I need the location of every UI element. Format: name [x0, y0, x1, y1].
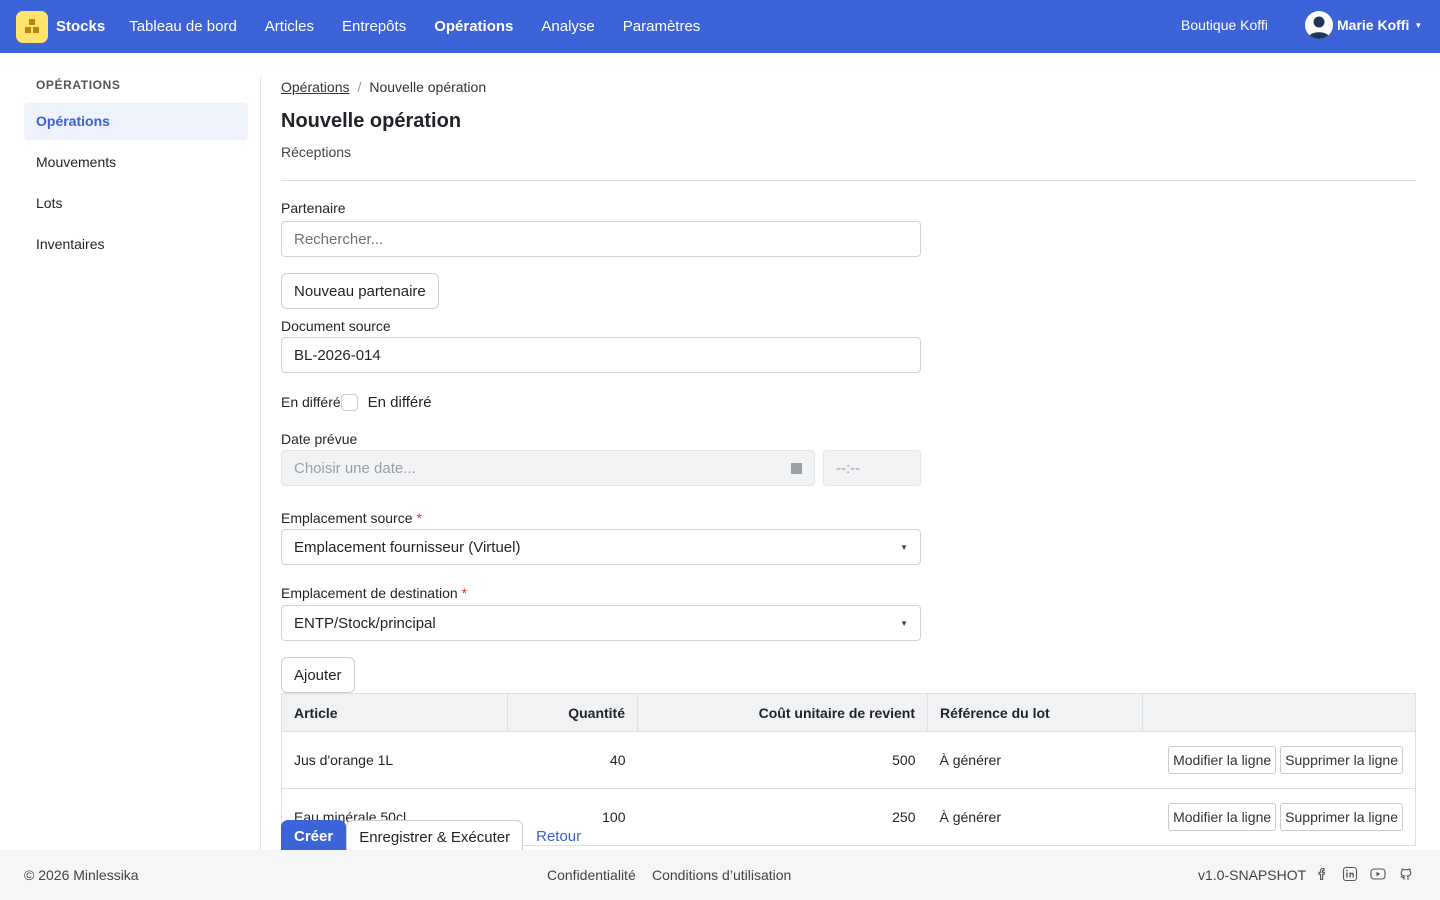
youtube-icon[interactable]: [1370, 866, 1386, 882]
sidebar-divider: [260, 77, 261, 850]
planned-time-input[interactable]: --:--: [823, 450, 921, 486]
cell-actions: Modifier la ligne Supprimer la ligne: [1142, 731, 1416, 789]
nav-item-articles[interactable]: Articles: [265, 18, 314, 35]
avatar: [1305, 11, 1333, 39]
partner-search-input[interactable]: Rechercher...: [281, 221, 921, 257]
edit-line-button[interactable]: Modifier la ligne: [1168, 803, 1277, 831]
sidebar: OPÉRATIONS Opérations Mouvements Lots In…: [24, 77, 248, 263]
cell-unit-cost: 250: [637, 788, 928, 846]
deferred-row: En différé En différé: [281, 392, 1416, 412]
chevron-down-icon: ▼: [900, 543, 908, 552]
user-name: Marie Koffi: [1337, 17, 1410, 33]
destination-location-select[interactable]: ENTP/Stock/principal ▼: [281, 605, 921, 641]
col-quantity: Quantité: [507, 693, 638, 732]
chevron-down-icon: ▼: [900, 619, 908, 628]
col-lot-reference: Référence du lot: [927, 693, 1143, 732]
col-actions: [1142, 693, 1416, 732]
page-subtitle: Réceptions: [281, 144, 352, 160]
top-navbar: Stocks Tableau de bord Articles Entrepôt…: [0, 0, 1440, 53]
app-logo-icon[interactable]: [16, 10, 48, 43]
brand-name[interactable]: Stocks: [56, 18, 105, 35]
terms-link[interactable]: Conditions d’utilisation: [652, 867, 791, 883]
nav-item-analysis[interactable]: Analyse: [541, 18, 594, 35]
main-content: Opérations / Nouvelle opération Nouvelle…: [281, 77, 1416, 846]
required-mark: *: [416, 510, 422, 526]
cell-quantity: 40: [507, 731, 638, 789]
version-label: v1.0-SNAPSHOT: [1198, 867, 1307, 883]
source-document-input[interactable]: BL-2026-014: [281, 337, 921, 373]
source-location-label: Emplacement source *: [281, 509, 1416, 527]
page-title: Nouvelle opération: [281, 110, 462, 132]
delete-line-button[interactable]: Supprimer la ligne: [1280, 746, 1403, 774]
form-action-bar: Créer Enregistrer & Exécuter Retour: [281, 820, 581, 854]
sidebar-item-movements[interactable]: Mouvements: [24, 144, 248, 181]
breadcrumb-link-operations[interactable]: Opérations: [281, 79, 349, 95]
save-execute-button[interactable]: Enregistrer & Exécuter: [346, 820, 524, 854]
deferred-label: En différé: [281, 394, 341, 410]
deferred-checkbox-label[interactable]: En différé: [368, 394, 432, 411]
destination-location-label-text: Emplacement de destination: [281, 585, 458, 601]
footer: © 2026 Minlessika Confidentialité Condit…: [0, 850, 1440, 900]
cell-lot-reference: À générer: [927, 731, 1143, 789]
new-partner-button[interactable]: Nouveau partenaire: [281, 273, 439, 309]
cell-actions: Modifier la ligne Supprimer la ligne: [1142, 788, 1416, 846]
user-menu[interactable]: Marie Koffi ▼: [1305, 11, 1422, 39]
edit-line-button[interactable]: Modifier la ligne: [1168, 746, 1277, 774]
nav-item-warehouses[interactable]: Entrepôts: [342, 18, 406, 35]
date-placeholder: Choisir une date...: [294, 459, 416, 477]
nav-item-settings[interactable]: Paramètres: [623, 18, 701, 35]
breadcrumb-current: Nouvelle opération: [369, 78, 487, 95]
partner-label: Partenaire: [281, 200, 346, 216]
col-unit-cost: Coût unitaire de revient: [637, 693, 928, 732]
facebook-icon[interactable]: [1314, 866, 1330, 882]
planned-date-label: Date prévue: [281, 431, 358, 447]
sidebar-item-lots[interactable]: Lots: [24, 185, 248, 222]
privacy-link[interactable]: Confidentialité: [547, 867, 636, 883]
cell-unit-cost: 500: [637, 731, 928, 789]
create-button[interactable]: Créer: [281, 820, 347, 854]
cell-article: Jus d'orange 1L: [281, 731, 508, 789]
breadcrumb-separator: /: [357, 78, 362, 95]
planned-date-input[interactable]: Choisir une date...: [281, 450, 815, 486]
breadcrumb: Opérations / Nouvelle opération: [281, 77, 1416, 96]
table-header-row: Article Quantité Coût unitaire de revien…: [281, 693, 1416, 732]
nav-item-operations[interactable]: Opérations: [434, 18, 513, 35]
deferred-checkbox[interactable]: [340, 393, 358, 411]
source-location-label-text: Emplacement source: [281, 510, 413, 526]
required-mark: *: [461, 585, 468, 601]
header-divider: [281, 180, 1416, 181]
add-line-button[interactable]: Ajouter: [281, 657, 355, 693]
col-article: Article: [281, 693, 508, 732]
source-location-select[interactable]: Emplacement fournisseur (Virtuel) ▼: [281, 529, 921, 565]
back-link[interactable]: Retour: [536, 820, 581, 854]
chevron-down-icon: ▼: [1414, 20, 1423, 30]
shop-selector[interactable]: Boutique Koffi: [1181, 17, 1268, 33]
nav-item-dashboard[interactable]: Tableau de bord: [129, 18, 237, 35]
sidebar-heading: OPÉRATIONS: [36, 78, 121, 92]
destination-location-label: Emplacement de destination *: [281, 584, 1416, 602]
planned-date-row: Choisir une date... --:--: [281, 450, 1416, 486]
source-document-label: Document source: [281, 318, 391, 334]
table-row: Jus d'orange 1L 40 500 À générer Modifie…: [281, 731, 1416, 789]
sidebar-item-operations[interactable]: Opérations: [24, 103, 248, 140]
github-icon[interactable]: [1398, 866, 1414, 882]
source-location-value: Emplacement fournisseur (Virtuel): [294, 538, 521, 556]
linkedin-icon[interactable]: [1342, 866, 1358, 882]
calendar-icon: [791, 463, 802, 474]
destination-location-value: ENTP/Stock/principal: [294, 614, 436, 632]
cell-lot-reference: À générer: [927, 788, 1143, 846]
delete-line-button[interactable]: Supprimer la ligne: [1280, 803, 1403, 831]
sidebar-item-inventories[interactable]: Inventaires: [24, 226, 248, 263]
copyright: © 2026 Minlessika: [24, 867, 139, 883]
